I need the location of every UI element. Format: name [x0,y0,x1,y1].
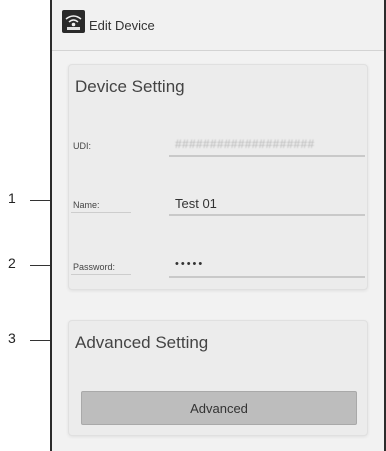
name-field[interactable]: Test 01 [175,196,217,211]
udi-underline [169,155,365,157]
callout-number-1: 1 [8,190,16,206]
device-setting-title: Device Setting [75,77,185,96]
advanced-setting-title: Advanced Setting [75,333,209,352]
advanced-button[interactable]: Advanced [81,391,357,425]
page-title: Edit Device [89,18,155,33]
title-bar: Edit Device [52,0,384,51]
wifi-device-icon [62,10,85,33]
advanced-setting-card: Advanced Setting Advanced [68,320,368,436]
name-label-underline [71,212,131,213]
device-setting-card: Device Setting UDI: ####################… [68,64,368,290]
udi-field: #################### [175,137,315,151]
callout-number-3: 3 [8,330,16,346]
name-label: Name: [73,200,100,210]
callout-number-2: 2 [8,255,16,271]
phone-screen: Edit Device Device Setting UDI: ########… [50,0,386,451]
password-label: Password: [73,262,116,272]
udi-label: UDI: [73,141,91,151]
password-field[interactable]: ••••• [175,258,204,270]
name-underline [169,214,365,216]
password-underline [169,276,365,278]
password-label-underline [71,274,131,275]
